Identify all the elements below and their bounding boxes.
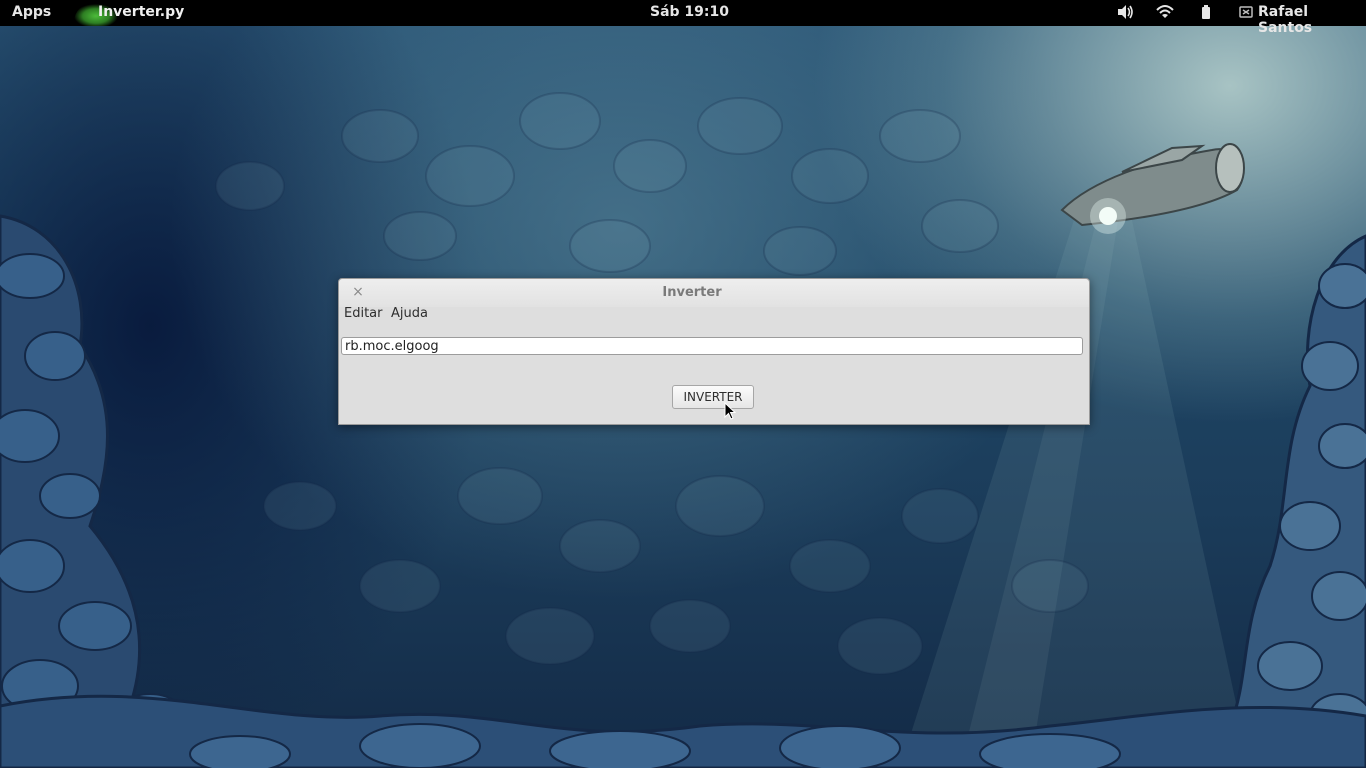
menu-ajuda[interactable]: Ajuda	[391, 306, 428, 321]
inverter-window: × Inverter Editar Ajuda INVERTER	[338, 278, 1090, 425]
app-menu-button[interactable]: Inverter.py	[98, 4, 184, 20]
battery-icon[interactable]	[1200, 4, 1212, 24]
mouse-pointer-icon	[724, 401, 737, 424]
volume-icon[interactable]	[1116, 4, 1134, 24]
wifi-icon[interactable]	[1156, 4, 1174, 24]
text-input[interactable]	[341, 337, 1083, 355]
menu-editar[interactable]: Editar	[344, 306, 383, 321]
user-status-icon	[1238, 4, 1254, 24]
user-menu-button[interactable]: Rafael Santos	[1258, 4, 1366, 36]
window-title: Inverter	[662, 285, 722, 300]
top-panel: Apps Inverter.py Sáb 19:10 Rafael Santos	[0, 0, 1366, 36]
invert-button[interactable]: INVERTER	[672, 385, 754, 409]
apps-menu-button[interactable]: Apps	[12, 4, 51, 20]
clock-button[interactable]: Sáb 19:10	[650, 4, 729, 20]
menu-bar: Editar Ajuda	[339, 303, 1089, 325]
